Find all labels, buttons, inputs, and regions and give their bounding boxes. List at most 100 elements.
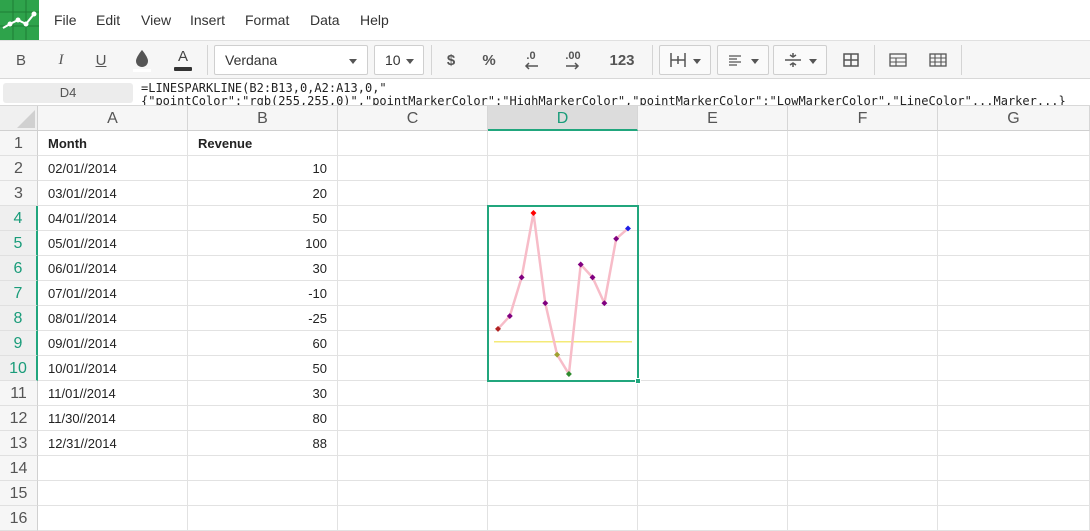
cell-f4[interactable] — [788, 206, 938, 231]
row-header-9[interactable]: 9 — [0, 331, 38, 356]
cell-g4[interactable] — [938, 206, 1090, 231]
cell-c3[interactable] — [338, 181, 488, 206]
cell-c16[interactable] — [338, 506, 488, 531]
row-header-14[interactable]: 14 — [0, 456, 38, 481]
cell-a2[interactable]: 02/01//2014 — [38, 156, 188, 181]
cell-c5[interactable] — [338, 231, 488, 256]
cell-c14[interactable] — [338, 456, 488, 481]
cell-b7[interactable]: -10 — [188, 281, 338, 306]
menu-help[interactable]: Help — [360, 0, 389, 40]
cell-c15[interactable] — [338, 481, 488, 506]
number-format-button[interactable]: 123 — [602, 41, 642, 79]
cell-e2[interactable] — [638, 156, 788, 181]
cell-e4[interactable] — [638, 206, 788, 231]
menu-format[interactable]: Format — [245, 0, 289, 40]
spreadsheet-grid[interactable]: A B C D E F G 1 Month Revenue 2 02/01//2014 10 3 03/01… — [0, 106, 1090, 531]
cell-f11[interactable] — [788, 381, 938, 406]
row-header-11[interactable]: 11 — [0, 381, 38, 406]
cell-c9[interactable] — [338, 331, 488, 356]
grid-table-button[interactable] — [924, 41, 952, 79]
menu-view[interactable]: View — [141, 0, 171, 40]
cell-e8[interactable] — [638, 306, 788, 331]
cell-d2[interactable] — [488, 156, 638, 181]
italic-button[interactable]: I — [46, 41, 76, 79]
cell-d13[interactable] — [488, 431, 638, 456]
cell-c11[interactable] — [338, 381, 488, 406]
cell-b12[interactable]: 80 — [188, 406, 338, 431]
cell-a13[interactable]: 12/31//2014 — [38, 431, 188, 456]
column-header-d[interactable]: D — [488, 106, 638, 131]
formula-input[interactable]: =LINESPARKLINE(B2:B13,0,A2:A13,0," {"poin… — [141, 82, 1089, 105]
cell-g10[interactable] — [938, 356, 1090, 381]
cell-a15[interactable] — [38, 481, 188, 506]
cell-g6[interactable] — [938, 256, 1090, 281]
cell-f9[interactable] — [788, 331, 938, 356]
app-logo[interactable] — [0, 0, 39, 40]
row-header-10[interactable]: 10 — [0, 356, 38, 381]
cell-c10[interactable] — [338, 356, 488, 381]
merge-cells-button[interactable] — [836, 41, 866, 79]
cell-e1[interactable] — [638, 131, 788, 156]
cell-e5[interactable] — [638, 231, 788, 256]
column-header-g[interactable]: G — [938, 106, 1090, 131]
cell-b4[interactable]: 50 — [188, 206, 338, 231]
cell-f6[interactable] — [788, 256, 938, 281]
name-box[interactable]: D4 — [3, 83, 133, 103]
cell-f7[interactable] — [788, 281, 938, 306]
cell-d15[interactable] — [488, 481, 638, 506]
cell-e16[interactable] — [638, 506, 788, 531]
row-header-4[interactable]: 4 — [0, 206, 38, 231]
row-header-1[interactable]: 1 — [0, 131, 38, 156]
cell-b15[interactable] — [188, 481, 338, 506]
cell-b6[interactable]: 30 — [188, 256, 338, 281]
row-header-15[interactable]: 15 — [0, 481, 38, 506]
cell-a8[interactable]: 08/01//2014 — [38, 306, 188, 331]
cell-g7[interactable] — [938, 281, 1090, 306]
cell-b2[interactable]: 10 — [188, 156, 338, 181]
cell-a6[interactable]: 06/01//2014 — [38, 256, 188, 281]
cell-a12[interactable]: 11/30//2014 — [38, 406, 188, 431]
cell-g2[interactable] — [938, 156, 1090, 181]
cell-b11[interactable]: 30 — [188, 381, 338, 406]
cell-e13[interactable] — [638, 431, 788, 456]
cell-a10[interactable]: 10/01//2014 — [38, 356, 188, 381]
row-header-2[interactable]: 2 — [0, 156, 38, 181]
cell-b3[interactable]: 20 — [188, 181, 338, 206]
row-header-5[interactable]: 5 — [0, 231, 38, 256]
cell-d12[interactable] — [488, 406, 638, 431]
column-header-a[interactable]: A — [38, 106, 188, 131]
cell-b9[interactable]: 60 — [188, 331, 338, 356]
cell-c12[interactable] — [338, 406, 488, 431]
cell-a16[interactable] — [38, 506, 188, 531]
column-header-f[interactable]: F — [788, 106, 938, 131]
cell-c7[interactable] — [338, 281, 488, 306]
currency-button[interactable]: $ — [438, 41, 464, 79]
cell-g12[interactable] — [938, 406, 1090, 431]
cell-g16[interactable] — [938, 506, 1090, 531]
row-header-12[interactable]: 12 — [0, 406, 38, 431]
cell-e3[interactable] — [638, 181, 788, 206]
cell-b13[interactable]: 88 — [188, 431, 338, 456]
increase-decimals-button[interactable]: .00 — [558, 41, 588, 79]
cell-e6[interactable] — [638, 256, 788, 281]
cell-g1[interactable] — [938, 131, 1090, 156]
cell-d3[interactable] — [488, 181, 638, 206]
row-header-8[interactable]: 8 — [0, 306, 38, 331]
cell-f3[interactable] — [788, 181, 938, 206]
column-header-e[interactable]: E — [638, 106, 788, 131]
cell-g11[interactable] — [938, 381, 1090, 406]
cell-a14[interactable] — [38, 456, 188, 481]
cell-c6[interactable] — [338, 256, 488, 281]
cell-g13[interactable] — [938, 431, 1090, 456]
cell-d14[interactable] — [488, 456, 638, 481]
vertical-align-button[interactable] — [773, 45, 827, 75]
cell-f15[interactable] — [788, 481, 938, 506]
menu-edit[interactable]: Edit — [96, 0, 120, 40]
menu-insert[interactable]: Insert — [190, 0, 225, 40]
cell-d11[interactable] — [488, 381, 638, 406]
menu-file[interactable]: File — [54, 0, 77, 40]
column-header-b[interactable]: B — [188, 106, 338, 131]
insert-table-button[interactable] — [884, 41, 912, 79]
cell-c8[interactable] — [338, 306, 488, 331]
cell-a11[interactable]: 11/01//2014 — [38, 381, 188, 406]
